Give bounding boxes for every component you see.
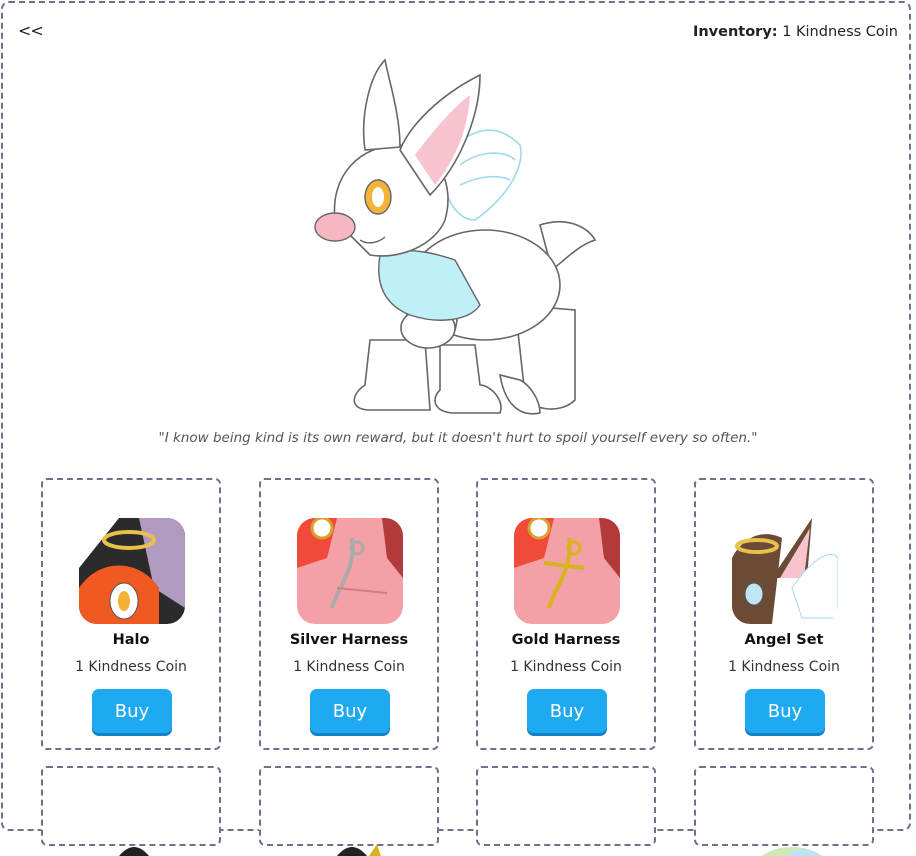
buy-button[interactable]: Buy bbox=[745, 689, 825, 733]
item-name: Silver Harness bbox=[289, 632, 409, 648]
buy-button[interactable]: Buy bbox=[527, 689, 607, 733]
buy-button[interactable]: Buy bbox=[92, 689, 172, 733]
inventory-value: 1 Kindness Coin bbox=[782, 24, 898, 40]
shop-item-card: Halo 1 Kindness Coin Buy bbox=[41, 478, 221, 750]
shop-item-card: Gold Harness 1 Kindness Coin Buy bbox=[476, 478, 656, 750]
angel-set-item-image bbox=[732, 518, 838, 624]
item-image bbox=[514, 806, 620, 856]
item-image bbox=[79, 806, 185, 856]
back-button[interactable]: << bbox=[18, 21, 44, 40]
shop-quote: "I know being kind is its own reward, bu… bbox=[158, 430, 758, 446]
silver-harness-item-image bbox=[297, 518, 403, 624]
shop-item-card bbox=[476, 766, 656, 846]
item-image bbox=[732, 806, 838, 856]
shop-item-card bbox=[694, 766, 874, 856]
inventory-label: Inventory: bbox=[692, 24, 778, 40]
buy-button[interactable]: Buy bbox=[310, 689, 390, 733]
item-name: Halo bbox=[112, 632, 150, 648]
shop-item-card bbox=[259, 766, 439, 856]
item-price: 1 Kindness Coin bbox=[293, 659, 405, 675]
item-price: 1 Kindness Coin bbox=[75, 659, 187, 675]
shop-item-card bbox=[41, 766, 221, 856]
item-price: 1 Kindness Coin bbox=[510, 659, 622, 675]
gold-harness-item-image bbox=[514, 518, 620, 624]
shop-item-card: Silver Harness 1 Kindness Coin Buy bbox=[259, 478, 439, 750]
item-name: Angel Set bbox=[744, 632, 824, 648]
halo-item-image bbox=[79, 518, 185, 624]
inventory-display: Inventory: 1 Kindness Coin bbox=[693, 24, 898, 40]
item-image bbox=[297, 806, 403, 856]
pet-illustration bbox=[314, 58, 597, 415]
item-name: Gold Harness bbox=[511, 632, 621, 648]
shop-item-card: Angel Set 1 Kindness Coin Buy bbox=[694, 478, 874, 750]
item-price: 1 Kindness Coin bbox=[728, 659, 840, 675]
